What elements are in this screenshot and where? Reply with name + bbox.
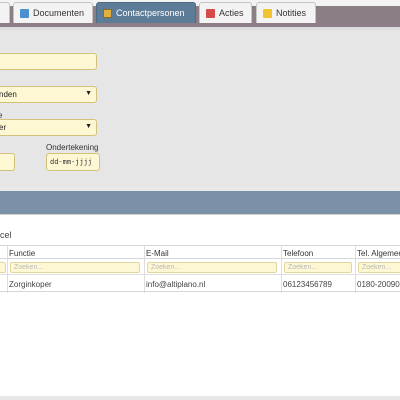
documents-icon [20,8,29,18]
tab-documenten[interactable]: Documenten [13,2,93,23]
tab-label: Documenten [33,8,85,18]
filter-row: Zoeken... Zoeken... Zoeken... Zoeken... [0,259,400,275]
select-dropdown-1[interactable]: nden ▼ [0,86,97,103]
bottom-border [0,396,400,400]
cell-functie: Zorginkoper [9,280,52,289]
filter-input-email[interactable]: Zoeken... [147,262,277,273]
column-header-telefoon[interactable]: Telefoon [283,249,313,258]
filter-input-tel-algemeen[interactable]: Zoeken... [358,262,400,273]
signature-label: Ondertekening [46,143,99,152]
signature-date-input[interactable]: dd-mm-jjjj [46,153,100,171]
excel-export-link[interactable]: cel [0,230,12,240]
tab-label: Acties [219,8,244,18]
tab-partial[interactable] [0,2,10,23]
short-field[interactable] [0,153,15,171]
filter-input-telefoon[interactable]: Zoeken... [284,262,352,273]
contact-panel [0,214,400,396]
column-header-email[interactable]: E-Mail [146,249,169,258]
tab-acties[interactable]: Acties [199,2,252,23]
text-field[interactable] [0,53,97,70]
dropdown-arrow-icon: ▼ [85,123,92,130]
select-dropdown-2[interactable]: er ▼ [0,119,97,136]
calendar-icon [206,8,215,18]
tab-notities[interactable]: Notities [256,2,316,23]
tab-label: Contactpersonen [116,8,185,18]
cell-telefoon: 06123456789 [283,280,332,289]
tab-label: Notities [276,8,307,18]
cell-tel-algemeen: 0180-200900 [357,280,400,289]
tab-contactpersonen[interactable]: Contactpersonen [96,2,196,23]
column-header-tel-algemeen[interactable]: Tel. Algemee [357,249,400,258]
cell-email: info@altiplano.nl [146,280,206,289]
select-1-value: nden [0,90,17,99]
select-2-value: er [0,123,7,132]
table-row[interactable]: Zorginkoper info@altiplano.nl 0612345678… [0,276,400,292]
filter-input-functie[interactable]: Zoeken... [10,262,140,273]
column-header-functie[interactable]: Functie [9,249,35,258]
tab-bar [0,191,400,214]
grid-header: Functie E-Mail Telefoon Tel. Algemee [0,245,400,259]
date-placeholder: dd-mm-jjjj [50,158,93,166]
dropdown-arrow-icon: ▼ [85,90,92,97]
note-icon [263,8,272,18]
filter-input-partial[interactable] [0,262,6,273]
contact-icon [103,8,112,18]
